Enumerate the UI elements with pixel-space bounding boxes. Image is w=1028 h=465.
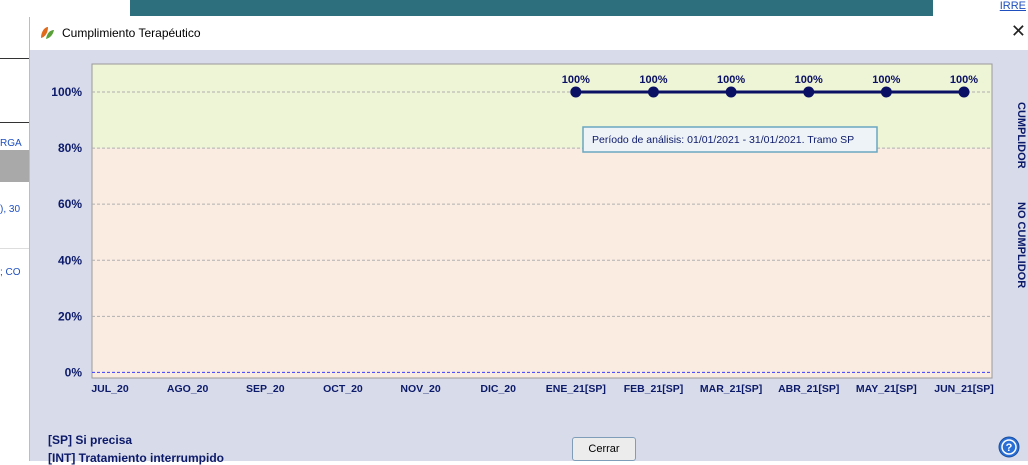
x-tick-label: NOV_20 (400, 383, 440, 395)
background-panel (0, 150, 29, 182)
data-point[interactable] (725, 86, 737, 98)
x-tick-label: DIC_20 (480, 383, 516, 395)
background-text-fragment: ; CO (0, 267, 21, 278)
zone-label-noncompliant: NO CUMPLIDOR (1015, 202, 1027, 288)
data-point[interactable] (958, 86, 970, 98)
background-divider (0, 122, 29, 123)
dialog-title: Cumplimiento Terapéutico (62, 26, 201, 40)
data-point[interactable] (803, 86, 815, 98)
background-app-header (130, 0, 933, 16)
data-point[interactable] (880, 86, 892, 98)
x-tick-label: SEP_20 (246, 383, 285, 395)
y-tick-label: 0% (65, 365, 83, 379)
legend-int: [INT] Tratamiento interrumpido (48, 451, 225, 465)
x-tick-label: ENE_21[SP] (546, 383, 606, 395)
data-label: 100% (717, 74, 745, 86)
x-tick-label: JUL_20 (91, 383, 129, 395)
compliance-dialog: Cumplimiento Terapéutico ✕ 0% 20% 40% 60% 80… (29, 17, 1028, 465)
background-text-fragment[interactable]: RGA (0, 138, 22, 149)
data-point[interactable] (647, 86, 659, 98)
help-icon[interactable]: ? (998, 436, 1020, 458)
dialog-body: 0% 20% 40% 60% 80% 100% JUL_20 AGO_20 SEP_20 OCT… (30, 50, 1028, 465)
svg-text:?: ? (1006, 442, 1013, 454)
x-tick-label: FEB_21[SP] (624, 383, 684, 395)
close-button[interactable]: Cerrar (572, 437, 636, 461)
data-label: 100% (795, 74, 823, 86)
background-text-fragment: ), 30 (0, 204, 21, 215)
x-tick-label: OCT_20 (323, 383, 363, 395)
data-label: 100% (639, 74, 667, 86)
x-tick-label: ABR_21[SP] (778, 383, 839, 395)
background-divider (0, 58, 29, 59)
y-tick-label: 40% (58, 253, 82, 267)
legend-sp: [SP] Si precisa (48, 433, 133, 447)
background-link[interactable]: IRRE (1000, 0, 1026, 12)
background-divider (0, 248, 29, 249)
dialog-titlebar[interactable]: Cumplimiento Terapéutico ✕ (30, 17, 1028, 50)
y-tick-label: 20% (58, 309, 82, 323)
data-label: 100% (562, 74, 590, 86)
y-tick-label: 80% (58, 141, 82, 155)
close-icon[interactable]: ✕ (1011, 22, 1026, 40)
data-label: 100% (872, 74, 900, 86)
x-tick-label: AGO_20 (167, 383, 209, 395)
app-logo-icon (41, 27, 54, 39)
noncompliant-zone (92, 148, 992, 378)
compliance-chart: 0% 20% 40% 60% 80% 100% JUL_20 AGO_20 SEP_20 OCT… (51, 63, 1027, 395)
data-point[interactable] (570, 86, 582, 98)
data-label: 100% (950, 74, 978, 86)
x-tick-label: MAY_21[SP] (856, 383, 917, 395)
x-tick-label: JUN_21[SP] (934, 383, 994, 395)
zone-label-compliant: CUMPLIDOR (1015, 102, 1027, 169)
chart-tooltip-text: Período de análisis: 01/01/2021 - 31/01/… (592, 134, 854, 146)
y-tick-label: 60% (58, 197, 82, 211)
y-tick-label: 100% (51, 85, 82, 99)
x-tick-label: MAR_21[SP] (700, 383, 762, 395)
